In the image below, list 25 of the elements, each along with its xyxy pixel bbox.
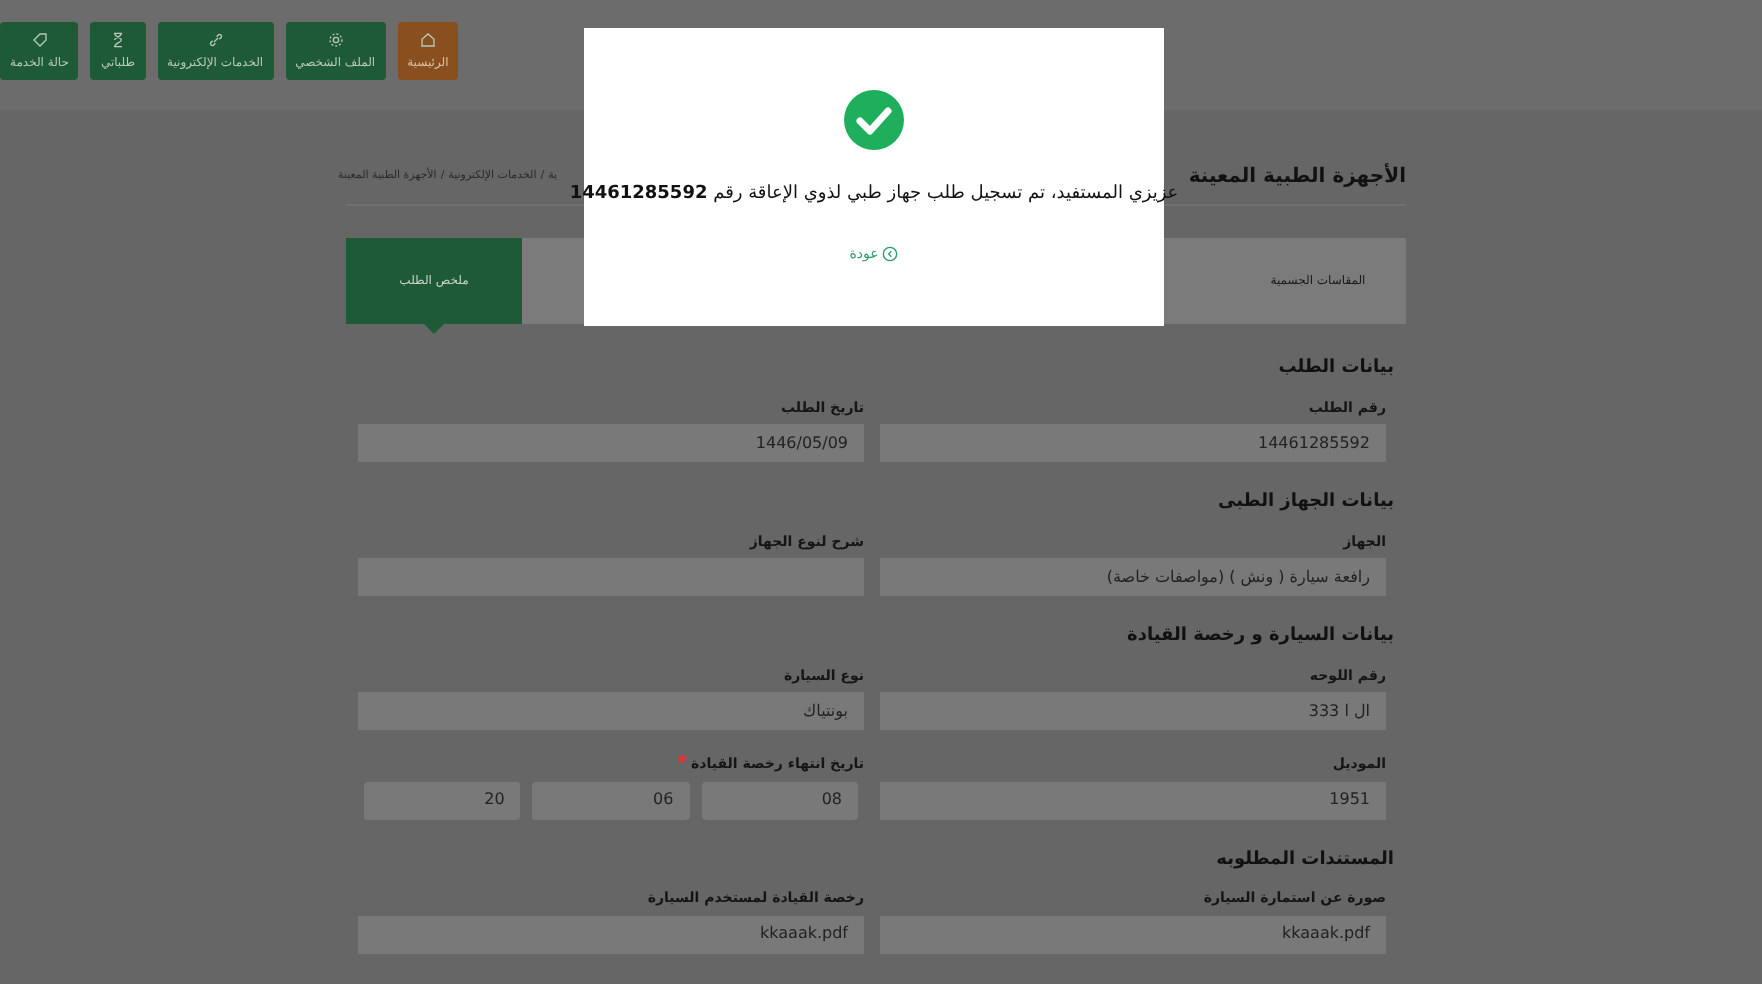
form-field[interactable]: 1446/05/09 <box>358 424 864 462</box>
tag-icon <box>31 31 48 47</box>
date-part-field[interactable]: 20 <box>364 781 521 819</box>
date-part-field[interactable]: 08 <box>701 781 858 819</box>
step-pointer-icon <box>424 324 444 334</box>
form-field[interactable]: kkaaak.pdf <box>880 915 1386 953</box>
section-heading: بيانات الطلب <box>1276 356 1394 382</box>
section-heading: المستندات المطلوبه <box>1214 847 1394 873</box>
link-icon <box>207 31 224 47</box>
gear-icon <box>327 31 344 47</box>
required-mark: * <box>677 755 688 774</box>
date-part-field[interactable]: 06 <box>532 781 690 819</box>
check-circle-icon <box>844 90 904 150</box>
arrow-circle-icon <box>882 245 899 262</box>
form-field[interactable]: بونتياك <box>358 692 864 730</box>
home-icon <box>419 31 436 47</box>
section-heading: بيانات الجهاز الطبى <box>1216 490 1394 516</box>
form-field[interactable]: ال ا 333 <box>880 692 1386 730</box>
hourglass-icon <box>109 31 126 47</box>
form-field[interactable]: رافعة سيارة ( ونش ) (مواصفات خاصة) <box>880 558 1386 596</box>
section-heading: بيانات السيارة و رخصة القيادة <box>1125 624 1394 650</box>
form-field[interactable]: 14461285592 <box>880 424 1386 462</box>
form-field[interactable]: kkaaak.pdf <box>358 915 864 953</box>
page-title: الأجهزة الطبية المعينة <box>1188 162 1406 192</box>
form-field[interactable]: 1951 <box>880 781 1386 819</box>
